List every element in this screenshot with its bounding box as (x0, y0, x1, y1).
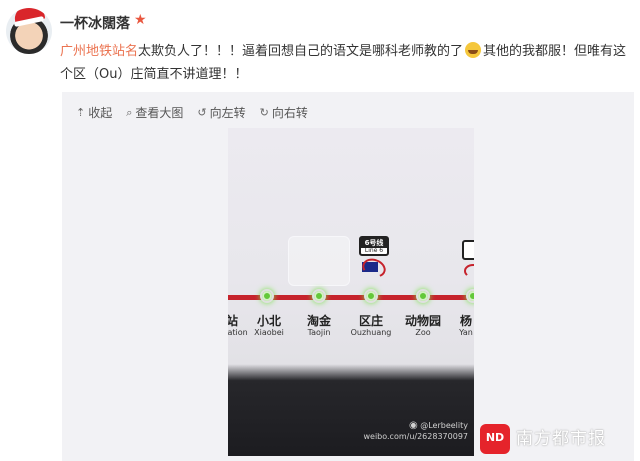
avatar[interactable] (6, 8, 52, 54)
station-name-en: Ouzhuang (350, 328, 392, 337)
station-dot (466, 289, 474, 303)
station-dot (416, 289, 430, 303)
station-name-en: tation (228, 328, 248, 337)
station-name-en: Zoo (415, 328, 431, 337)
rotate-left-label: 向左转 (209, 106, 246, 120)
station-name-cn: 淘金 (306, 314, 332, 328)
next-line-badge (462, 240, 474, 260)
station-dot (364, 289, 378, 303)
post-text: 广州地铁站名太欺负人了！！！逼着回想自己的语文是哪科老师教的了 其他的我都服！但唯… (60, 40, 634, 86)
topic-link[interactable]: 广州地铁站名 (60, 44, 138, 59)
rotate-right-button[interactable]: ↻ 向右转 (260, 104, 308, 121)
line-badge-en: Line 6 (364, 247, 384, 254)
watermark-handle: @Lerbeelity (420, 421, 468, 430)
station-name-en: Xiaobei (254, 328, 284, 337)
post-photo[interactable]: 6号线 Line 6 站 tation 小北 Xiaobei 淘金 Taojin… (228, 128, 474, 456)
view-large-button[interactable]: ⌕ 查看大图 (126, 104, 183, 121)
newspaper-label: 南方都市报 (516, 429, 606, 449)
post-text-part1: 太欺负人了！！！逼着回想自己的语文是哪科老师教的了 (138, 44, 464, 59)
star-badge-icon: ★ (134, 12, 147, 28)
media-box: ⇡ 收起 ⌕ 查看大图 ↺ 向左转 ↻ 向右转 6号线 Line 6 站 ati… (62, 92, 634, 461)
arrow-up-icon: ⇡ (76, 106, 86, 119)
station-name-cn: 小北 (256, 314, 282, 328)
rotate-left-icon: ↺ (197, 106, 207, 119)
collapse-label: 收起 (88, 106, 113, 120)
station-dot (312, 289, 326, 303)
station-name-cn: 站 (228, 314, 239, 328)
transfer-arrow-icon (359, 255, 389, 281)
station-name-en: Taojin (307, 328, 331, 337)
media-toolbar: ⇡ 收起 ⌕ 查看大图 ↺ 向左转 ↻ 向右转 (76, 104, 308, 121)
search-icon: ⌕ (126, 105, 133, 119)
photo-glare (288, 236, 350, 286)
watermark-url: weibo.com/u/2628370097 (363, 432, 468, 441)
view-large-label: 查看大图 (135, 106, 184, 120)
station-name-cn: 区庄 (358, 314, 384, 328)
collapse-button[interactable]: ⇡ 收起 (76, 104, 112, 121)
laughing-emoji-icon (465, 42, 482, 58)
newspaper-logo: ND (480, 424, 510, 454)
station-dot (260, 289, 274, 303)
rotate-right-icon: ↻ (259, 106, 269, 119)
next-transfer-arrow-icon (464, 264, 474, 278)
station-name-cn: 杨 (459, 314, 473, 328)
weibo-eye-icon: ◉ (408, 420, 418, 431)
station-name-cn: 动物园 (404, 314, 442, 328)
rotate-right-label: 向右转 (271, 106, 308, 120)
station-name-en: Yan (459, 328, 473, 337)
user-name[interactable]: 一杯冰闊落 (60, 13, 130, 33)
photo-watermark: ◉ @Lerbeelity weibo.com/u/2628370097 (363, 420, 468, 442)
rotate-left-button[interactable]: ↺ 向左转 (197, 104, 245, 121)
line-badge: 6号线 Line 6 (359, 236, 389, 256)
